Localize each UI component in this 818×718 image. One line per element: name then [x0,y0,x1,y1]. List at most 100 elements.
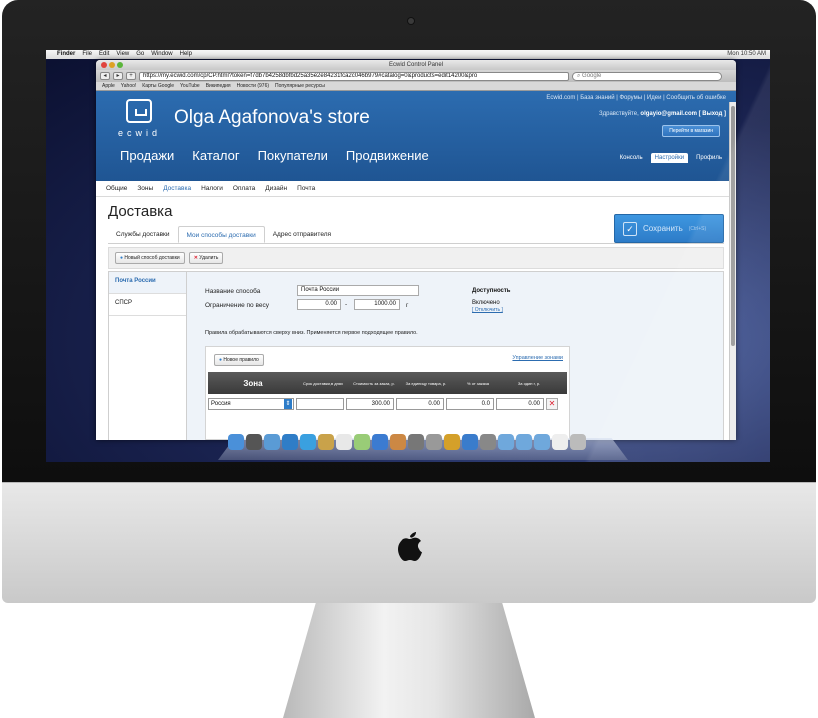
imac-photo: Finder File Edit View Go Window Help Mon… [0,0,818,718]
subnav-zones[interactable]: Зоны [137,185,153,192]
new-method-label: Новый способ доставки [124,255,180,261]
system-preferences-icon[interactable] [480,434,496,450]
search-input[interactable]: ⌕ Google [572,71,722,81]
method-list: Почта России СПСР [109,272,187,440]
page-scrollbar[interactable] [729,102,736,440]
delete-method-button[interactable]: ✕ Удалить [188,252,224,264]
delivery-days-input[interactable] [296,398,344,410]
apple-logo-icon [398,532,422,561]
bookmark-wikipedia[interactable]: Википедия [206,82,231,90]
checkmark-icon: ✓ [623,221,637,236]
bookmark-yahoo[interactable]: Yahoo! [121,82,136,90]
subnav-general[interactable]: Общие [106,185,127,192]
document-stack-icon[interactable] [552,434,568,450]
tab-delivery-services[interactable]: Службы доставки [108,226,178,243]
new-method-button[interactable]: ● Новый способ доставки [115,252,185,264]
tab-sender-address[interactable]: Адрес отправителя [265,226,339,243]
imac-stand [283,603,535,718]
forward-button[interactable]: ▸ [113,72,123,80]
bookmark-google-maps[interactable]: Карты Google [142,82,174,90]
menubar-edit[interactable]: Edit [99,50,109,59]
iphoto-icon[interactable] [390,434,406,450]
time-machine-icon[interactable] [462,434,478,450]
bookmark-youtube[interactable]: YouTube [180,82,200,90]
itunes-icon[interactable] [372,434,388,450]
address-book-icon[interactable] [318,434,334,450]
new-rule-button[interactable]: ● Новое правило [214,354,264,366]
subnav-payment[interactable]: Оплата [233,185,255,192]
nav-console[interactable]: Консоль [616,153,647,163]
camera-icon [408,18,414,24]
back-button[interactable]: ◂ [100,72,110,80]
nav-profile[interactable]: Профиль [692,153,726,163]
front-row-icon[interactable] [426,434,442,450]
browser-window: Ecwid Control Panel ◂ ▸ + https://my.ecw… [96,60,736,440]
safari-icon[interactable] [282,434,298,450]
zone-select[interactable]: Россия [208,398,294,410]
nav-sales[interactable]: Продажи [120,148,174,163]
nav-customers[interactable]: Покупатели [258,148,328,163]
downloads-folder-icon[interactable] [534,434,550,450]
documents-folder-icon[interactable] [516,434,532,450]
browser-titlebar: Ecwid Control Panel [96,60,736,70]
mail-icon[interactable] [264,434,280,450]
menubar-file[interactable]: File [82,50,92,59]
dashboard-icon[interactable] [246,434,262,450]
nav-promotion[interactable]: Продвижение [346,148,429,163]
trash-icon[interactable] [570,434,586,450]
subnav-design[interactable]: Дизайн [265,185,287,192]
bookmark-apple[interactable]: Apple [102,82,115,90]
menubar-app-name[interactable]: Finder [57,50,75,59]
save-shortcut: (Ctrl+S) [688,225,707,232]
new-rule-label: Новое правило [223,357,259,363]
per-item-input[interactable]: 0.00 [396,398,444,410]
delete-label: Удалить [199,255,219,261]
col-percent: % от заказа [467,380,489,386]
method-name-input[interactable]: Почта России [297,285,419,296]
scrollbar-thumb[interactable] [731,106,735,346]
tab-my-methods[interactable]: Мои способы доставки [177,226,265,243]
add-bookmark-button[interactable]: + [126,72,136,80]
garageband-icon[interactable] [444,434,460,450]
goto-store-button[interactable]: Перейти в магазин [662,125,720,137]
menubar-go[interactable]: Go [136,50,144,59]
top-links[interactable]: Ecwid.com | База знаний | Форумы | Идеи … [546,95,726,101]
delete-row-icon[interactable]: ✕ [546,398,558,410]
subnav-mail[interactable]: Почта [297,185,315,192]
maximize-window-button[interactable] [117,62,123,68]
bookmark-popular[interactable]: Популярные ресурсы [275,82,325,90]
bookmark-news[interactable]: Новости (976) [237,82,269,90]
nav-catalog[interactable]: Каталог [192,148,239,163]
logout-link[interactable]: [ Выход ] [699,111,726,117]
subnav-shipping[interactable]: Доставка [163,185,191,192]
save-button[interactable]: ✓ Сохранить (Ctrl+S) [614,214,724,243]
table-row: Россия 300.00 0.00 0.0 0.00 ✕ [208,397,567,411]
finder-icon[interactable] [228,434,244,450]
menubar-view[interactable]: View [116,50,129,59]
ical-icon[interactable] [336,434,352,450]
subnav-taxes[interactable]: Налоги [201,185,223,192]
preview-icon[interactable] [354,434,370,450]
menubar-window[interactable]: Window [151,50,172,59]
menubar-help[interactable]: Help [180,50,192,59]
per-gram-input[interactable]: 0.00 [496,398,544,410]
menubar-clock[interactable]: Mon 10:50 AM [727,50,766,59]
close-window-button[interactable] [101,62,107,68]
url-bar[interactable]: https://my.ecwid.com/cp/CP.html?token=f7… [139,71,569,81]
applications-folder-icon[interactable] [498,434,514,450]
right-nav: Консоль Настройки Профиль [616,153,726,163]
method-item-spsr[interactable]: СПСР [109,294,186,316]
percent-input[interactable]: 0.0 [446,398,494,410]
rules-box: ● Новое правило Управление зонами Зона С… [205,346,570,440]
imovie-icon[interactable] [408,434,424,450]
method-item-pochta[interactable]: Почта России [109,272,186,294]
disable-link[interactable]: [ Отключить ] [472,307,503,313]
weight-to-input[interactable]: 1000.00 [354,299,400,310]
ichat-icon[interactable] [300,434,316,450]
manage-zones-link[interactable]: Управление зонами [512,355,563,361]
per-order-input[interactable]: 300.00 [346,398,394,410]
minimize-window-button[interactable] [109,62,115,68]
weight-from-input[interactable]: 0.00 [297,299,341,310]
nav-settings[interactable]: Настройки [650,153,689,163]
cart-logo-icon[interactable] [126,99,152,123]
